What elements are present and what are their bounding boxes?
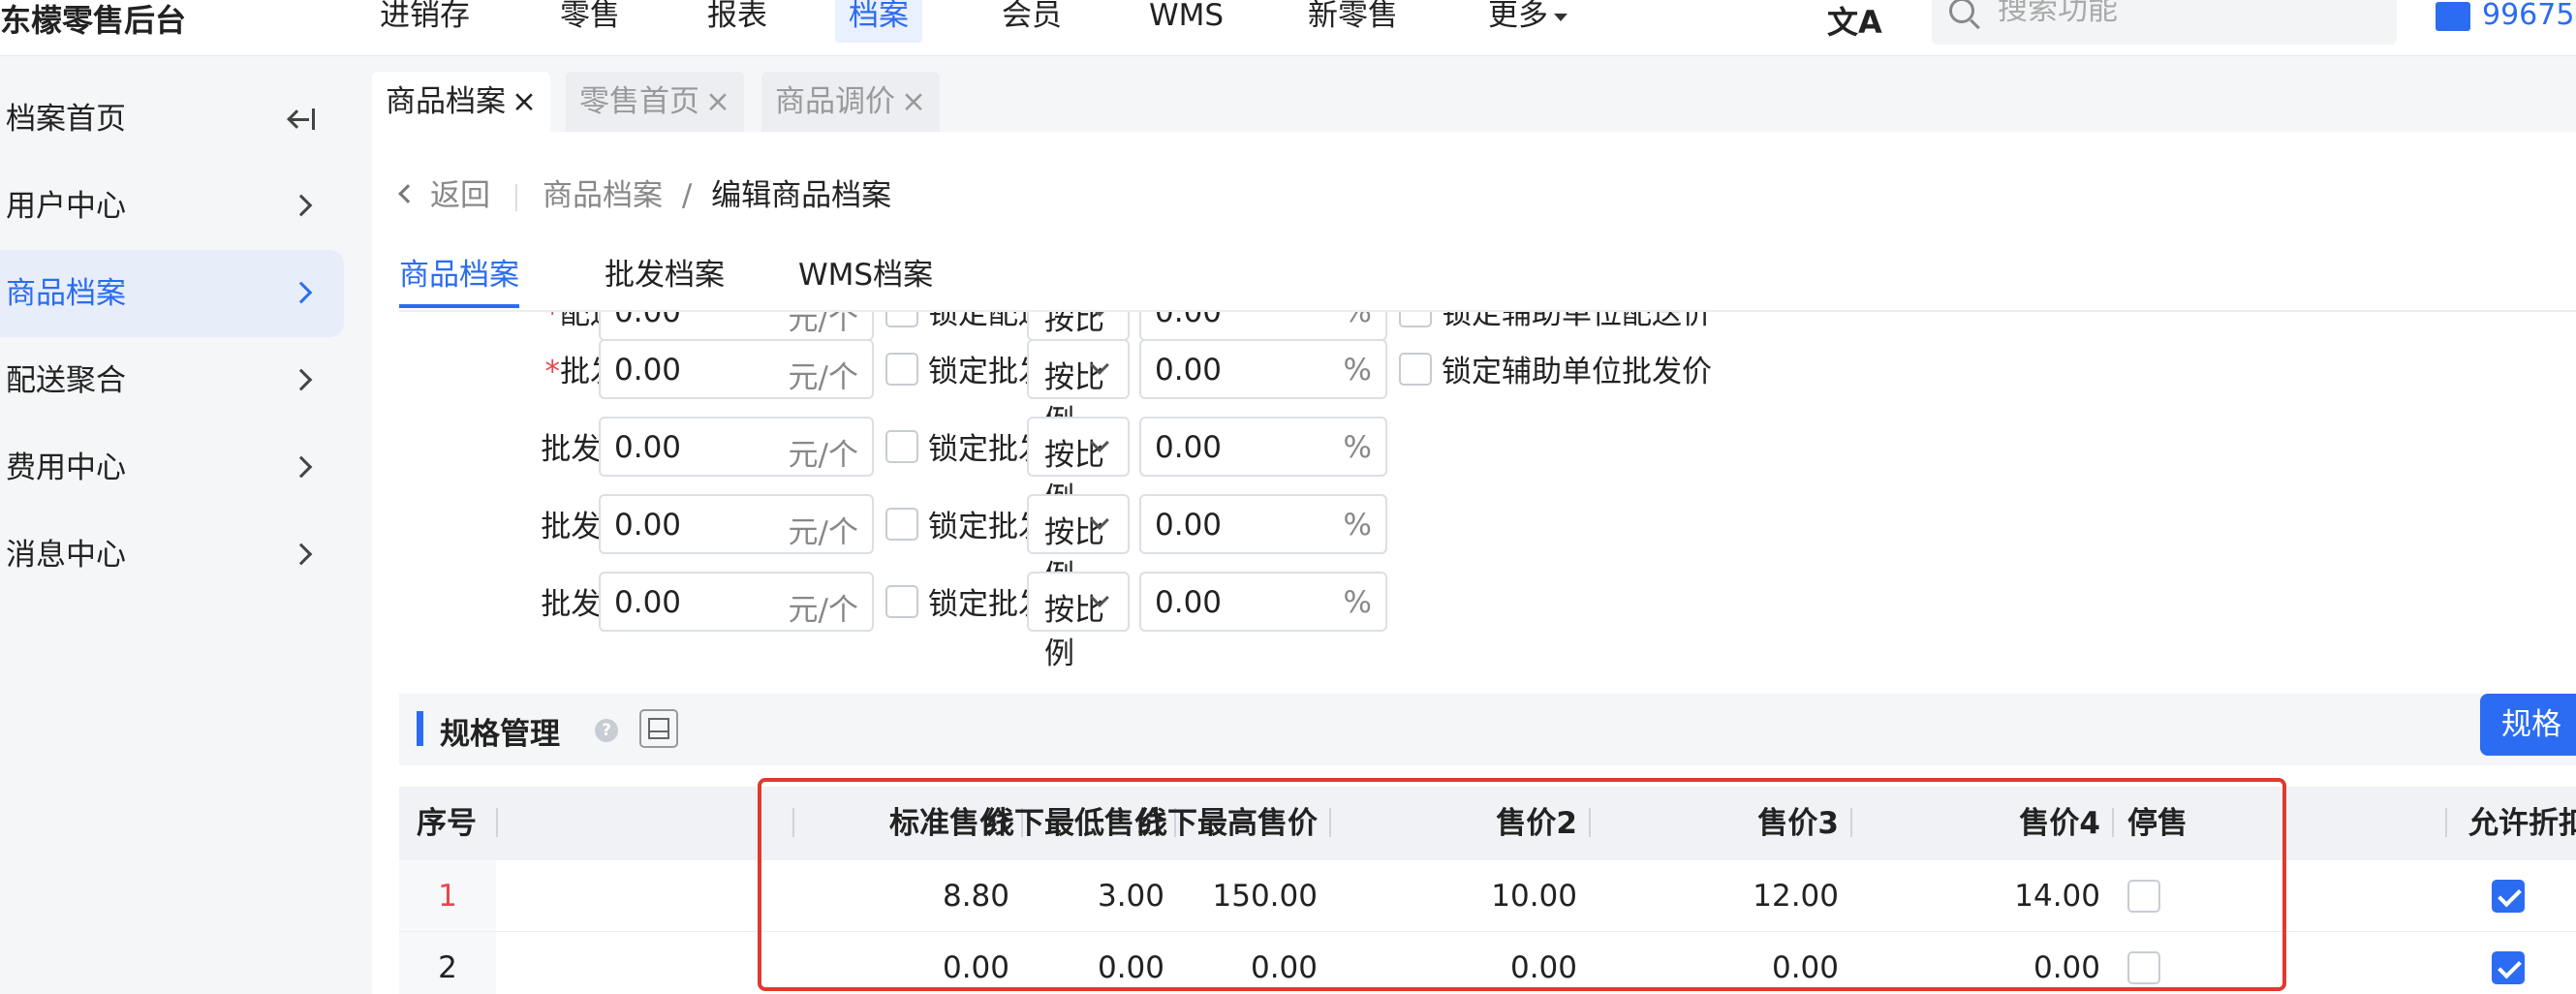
mode-select[interactable]: 按比例	[1027, 494, 1130, 594]
mode-select[interactable]: 按比例	[1027, 312, 1130, 381]
shop-id: 99675-	[2482, 0, 2576, 32]
panel-toggle-icon[interactable]	[639, 709, 678, 748]
lock-wholesale-checkbox[interactable]	[885, 353, 918, 386]
spec-button[interactable]: 规格	[2480, 694, 2576, 756]
form-row-wholesale-price: *批发价 0.00元/个 锁定批发加点 按比例 0.00% 锁定辅助单位批发价	[399, 339, 2576, 439]
chevron-right-icon	[290, 281, 313, 304]
lock-aux-delivery-checkbox[interactable]	[1399, 312, 1432, 327]
lock-wholesale-checkbox[interactable]	[885, 585, 918, 618]
spec-management-header: 规格管理 ?	[399, 694, 2576, 765]
shop-icon	[2436, 1, 2470, 31]
breadcrumb-current: 编辑商品档案	[711, 178, 892, 213]
collapse-sidebar-icon[interactable]	[286, 107, 315, 132]
highlight-box	[758, 778, 2286, 991]
wholesale-price-input[interactable]: 0.00 元/个	[599, 339, 874, 399]
percent-input[interactable]: 0.00%	[1139, 494, 1387, 554]
header-seq: 序号	[417, 806, 477, 841]
chevron-left-icon	[398, 183, 418, 203]
form-row-wholesale-price-2: 批发价2 0.00元/个 锁定批发加点 按比例 0.00%	[399, 417, 2576, 516]
form-row-wholesale-price-3: 批发价3 0.00元/个 锁定批发加点 按比例 0.00%	[399, 494, 2576, 594]
mode-select[interactable]: 按比例	[1027, 417, 1130, 516]
chevron-right-icon	[290, 543, 313, 566]
close-icon[interactable]: ×	[512, 84, 537, 119]
chevron-right-icon	[290, 194, 313, 217]
sidebar-item-expense[interactable]: 费用中心	[0, 424, 344, 512]
top-bar: 东檬零售后台 进销存 零售 报表 档案 会员 WMS 新零售 更多 文A 996…	[0, 0, 2576, 56]
nav-archive[interactable]: 档案	[835, 0, 922, 43]
lock-aux-wholesale-label: 锁定辅助单位批发价	[1442, 355, 1712, 389]
lock-wholesale-checkbox[interactable]	[885, 508, 918, 541]
subtab-wms-archive[interactable]: WMS档案	[798, 252, 933, 308]
spec-title: 规格管理	[440, 717, 560, 752]
back-button[interactable]: 返回	[398, 178, 490, 213]
lock-delivery-checkbox[interactable]	[885, 312, 918, 327]
search-box[interactable]	[1932, 0, 2397, 45]
search-input[interactable]	[1998, 0, 2385, 29]
wholesale-price-2-input[interactable]: 0.00 元/个	[599, 417, 874, 477]
tab-label: 商品档案	[386, 84, 506, 119]
help-icon[interactable]: ?	[595, 719, 618, 742]
percent-input[interactable]: 0.00%	[1139, 339, 1387, 399]
tab-label: 商品调价	[775, 84, 895, 119]
caret-down-icon	[1554, 13, 1567, 21]
sidebar-item-delivery[interactable]: 配送聚合	[0, 337, 344, 424]
close-icon[interactable]: ×	[705, 84, 730, 119]
subtab-wholesale-archive[interactable]: 批发档案	[605, 252, 725, 308]
wholesale-price-3-input[interactable]: 0.00 元/个	[599, 494, 874, 554]
sidebar-item-label: 费用中心	[6, 450, 126, 485]
back-label: 返回	[430, 178, 490, 213]
lock-aux-delivery-label: 锁定辅助单位配送价	[1442, 312, 1712, 331]
sidebar-item-archive-home[interactable]: 档案首页	[0, 76, 344, 163]
shop-selector[interactable]: 99675-	[2436, 0, 2576, 32]
section-accent-bar	[417, 711, 423, 746]
translate-icon[interactable]: 文A	[1827, 0, 1882, 43]
sidebar-item-product-archive[interactable]: 商品档案	[0, 250, 344, 337]
breadcrumb-separator: /	[681, 178, 693, 213]
sidebar-item-label: 用户中心	[6, 189, 126, 224]
sidebar-item-user-center[interactable]: 用户中心	[0, 163, 344, 250]
delivery-price-input[interactable]: 0.00 元/个	[599, 312, 874, 341]
allow-discount-checkbox[interactable]	[2492, 880, 2525, 913]
lock-wholesale-checkbox[interactable]	[885, 430, 918, 463]
sub-tabs: 商品档案 批发档案 WMS档案	[399, 252, 2576, 312]
nav-members[interactable]: 会员	[1002, 0, 1062, 43]
nav-new-retail[interactable]: 新零售	[1308, 0, 1398, 43]
percent-input[interactable]: 0.00%	[1139, 312, 1387, 341]
nav-more-label: 更多	[1488, 0, 1548, 33]
nav-more[interactable]: 更多	[1488, 0, 1567, 43]
lock-aux-wholesale-checkbox[interactable]	[1399, 353, 1432, 386]
brand-logo: 东檬零售后台	[0, 2, 187, 39]
search-icon	[1949, 0, 1974, 23]
nav-retail[interactable]: 零售	[560, 0, 620, 43]
nav-reports[interactable]: 报表	[707, 0, 767, 43]
percent-input[interactable]: 0.00%	[1139, 417, 1387, 477]
percent-input[interactable]: 0.00%	[1139, 572, 1387, 632]
tab-retail-home[interactable]: 零售首页 ×	[566, 72, 744, 132]
tab-product-archive[interactable]: 商品档案 ×	[372, 72, 550, 132]
subtab-product-archive[interactable]: 商品档案	[399, 252, 519, 308]
breadcrumb-parent[interactable]: 商品档案	[543, 178, 663, 213]
sidebar-item-messages[interactable]: 消息中心	[0, 512, 344, 599]
nav-wms[interactable]: WMS	[1149, 0, 1224, 43]
mode-select[interactable]: 按比例	[1027, 572, 1130, 671]
row-index: 1	[438, 879, 457, 914]
form-row-wholesale-price-4: 批发价4 0.00 元/个 锁定批发加点 按比例 0.00%	[399, 572, 2576, 671]
sidebar: 档案首页 用户中心 商品档案 配送聚合 费用中心 消息中心	[0, 56, 358, 994]
row-index: 2	[438, 950, 457, 985]
sidebar-item-label: 消息中心	[6, 538, 126, 573]
sidebar-item-label: 配送聚合	[6, 363, 126, 398]
mode-select[interactable]: 按比例	[1027, 339, 1130, 439]
allow-discount-checkbox[interactable]	[2492, 951, 2525, 984]
close-icon[interactable]: ×	[901, 84, 926, 119]
header-allow-discount: 允许折扣	[2468, 806, 2576, 841]
tab-label: 零售首页	[579, 84, 699, 119]
chevron-right-icon	[290, 455, 313, 479]
wholesale-price-4-input[interactable]: 0.00 元/个	[599, 572, 874, 632]
breadcrumb: 返回 商品档案 / 编辑商品档案	[398, 171, 892, 214]
chevron-right-icon	[290, 368, 313, 391]
sidebar-item-label: 档案首页	[6, 102, 126, 137]
tab-price-adjust[interactable]: 商品调价 ×	[761, 72, 940, 132]
sidebar-item-label: 商品档案	[6, 276, 126, 311]
nav-inventory[interactable]: 进销存	[380, 0, 470, 43]
